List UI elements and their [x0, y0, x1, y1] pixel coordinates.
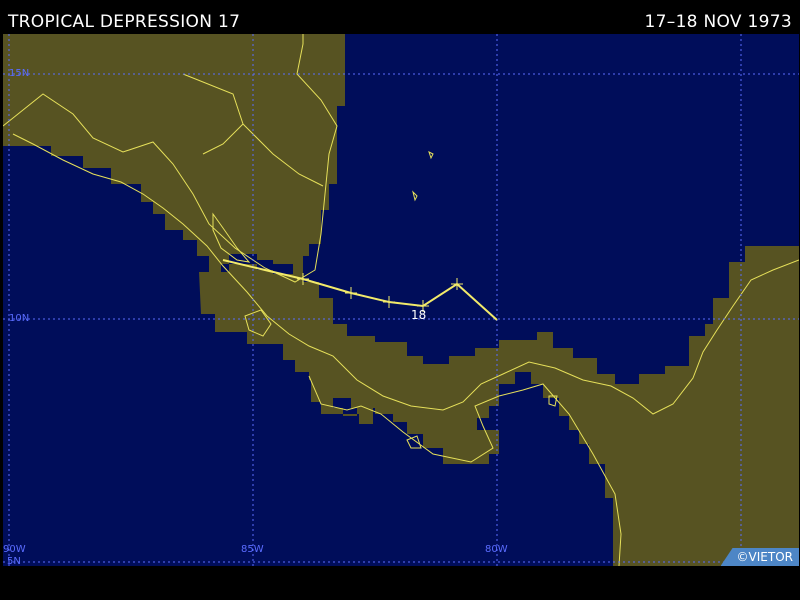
map-canvas [3, 34, 799, 566]
lon-label-90w: 90W [3, 544, 26, 555]
lat-label-10n: 10N [9, 313, 30, 324]
track-day-label: 18 [411, 308, 427, 322]
storm-title: TROPICAL DEPRESSION 17 [8, 12, 241, 32]
lon-label-80w: 80W [485, 544, 508, 555]
copyright-badge: ©VIETOR [720, 548, 799, 566]
lon-label-85w: 85W [241, 544, 264, 555]
date-range: 17–18 NOV 1973 [644, 12, 792, 32]
land-masses [3, 34, 799, 566]
lat-label-5n: 5N [7, 556, 21, 566]
lat-label-15n: 15N [9, 68, 30, 79]
track-map: 15N 10N 90W 85W 80W 5N 18 ©VIETOR [3, 34, 799, 566]
